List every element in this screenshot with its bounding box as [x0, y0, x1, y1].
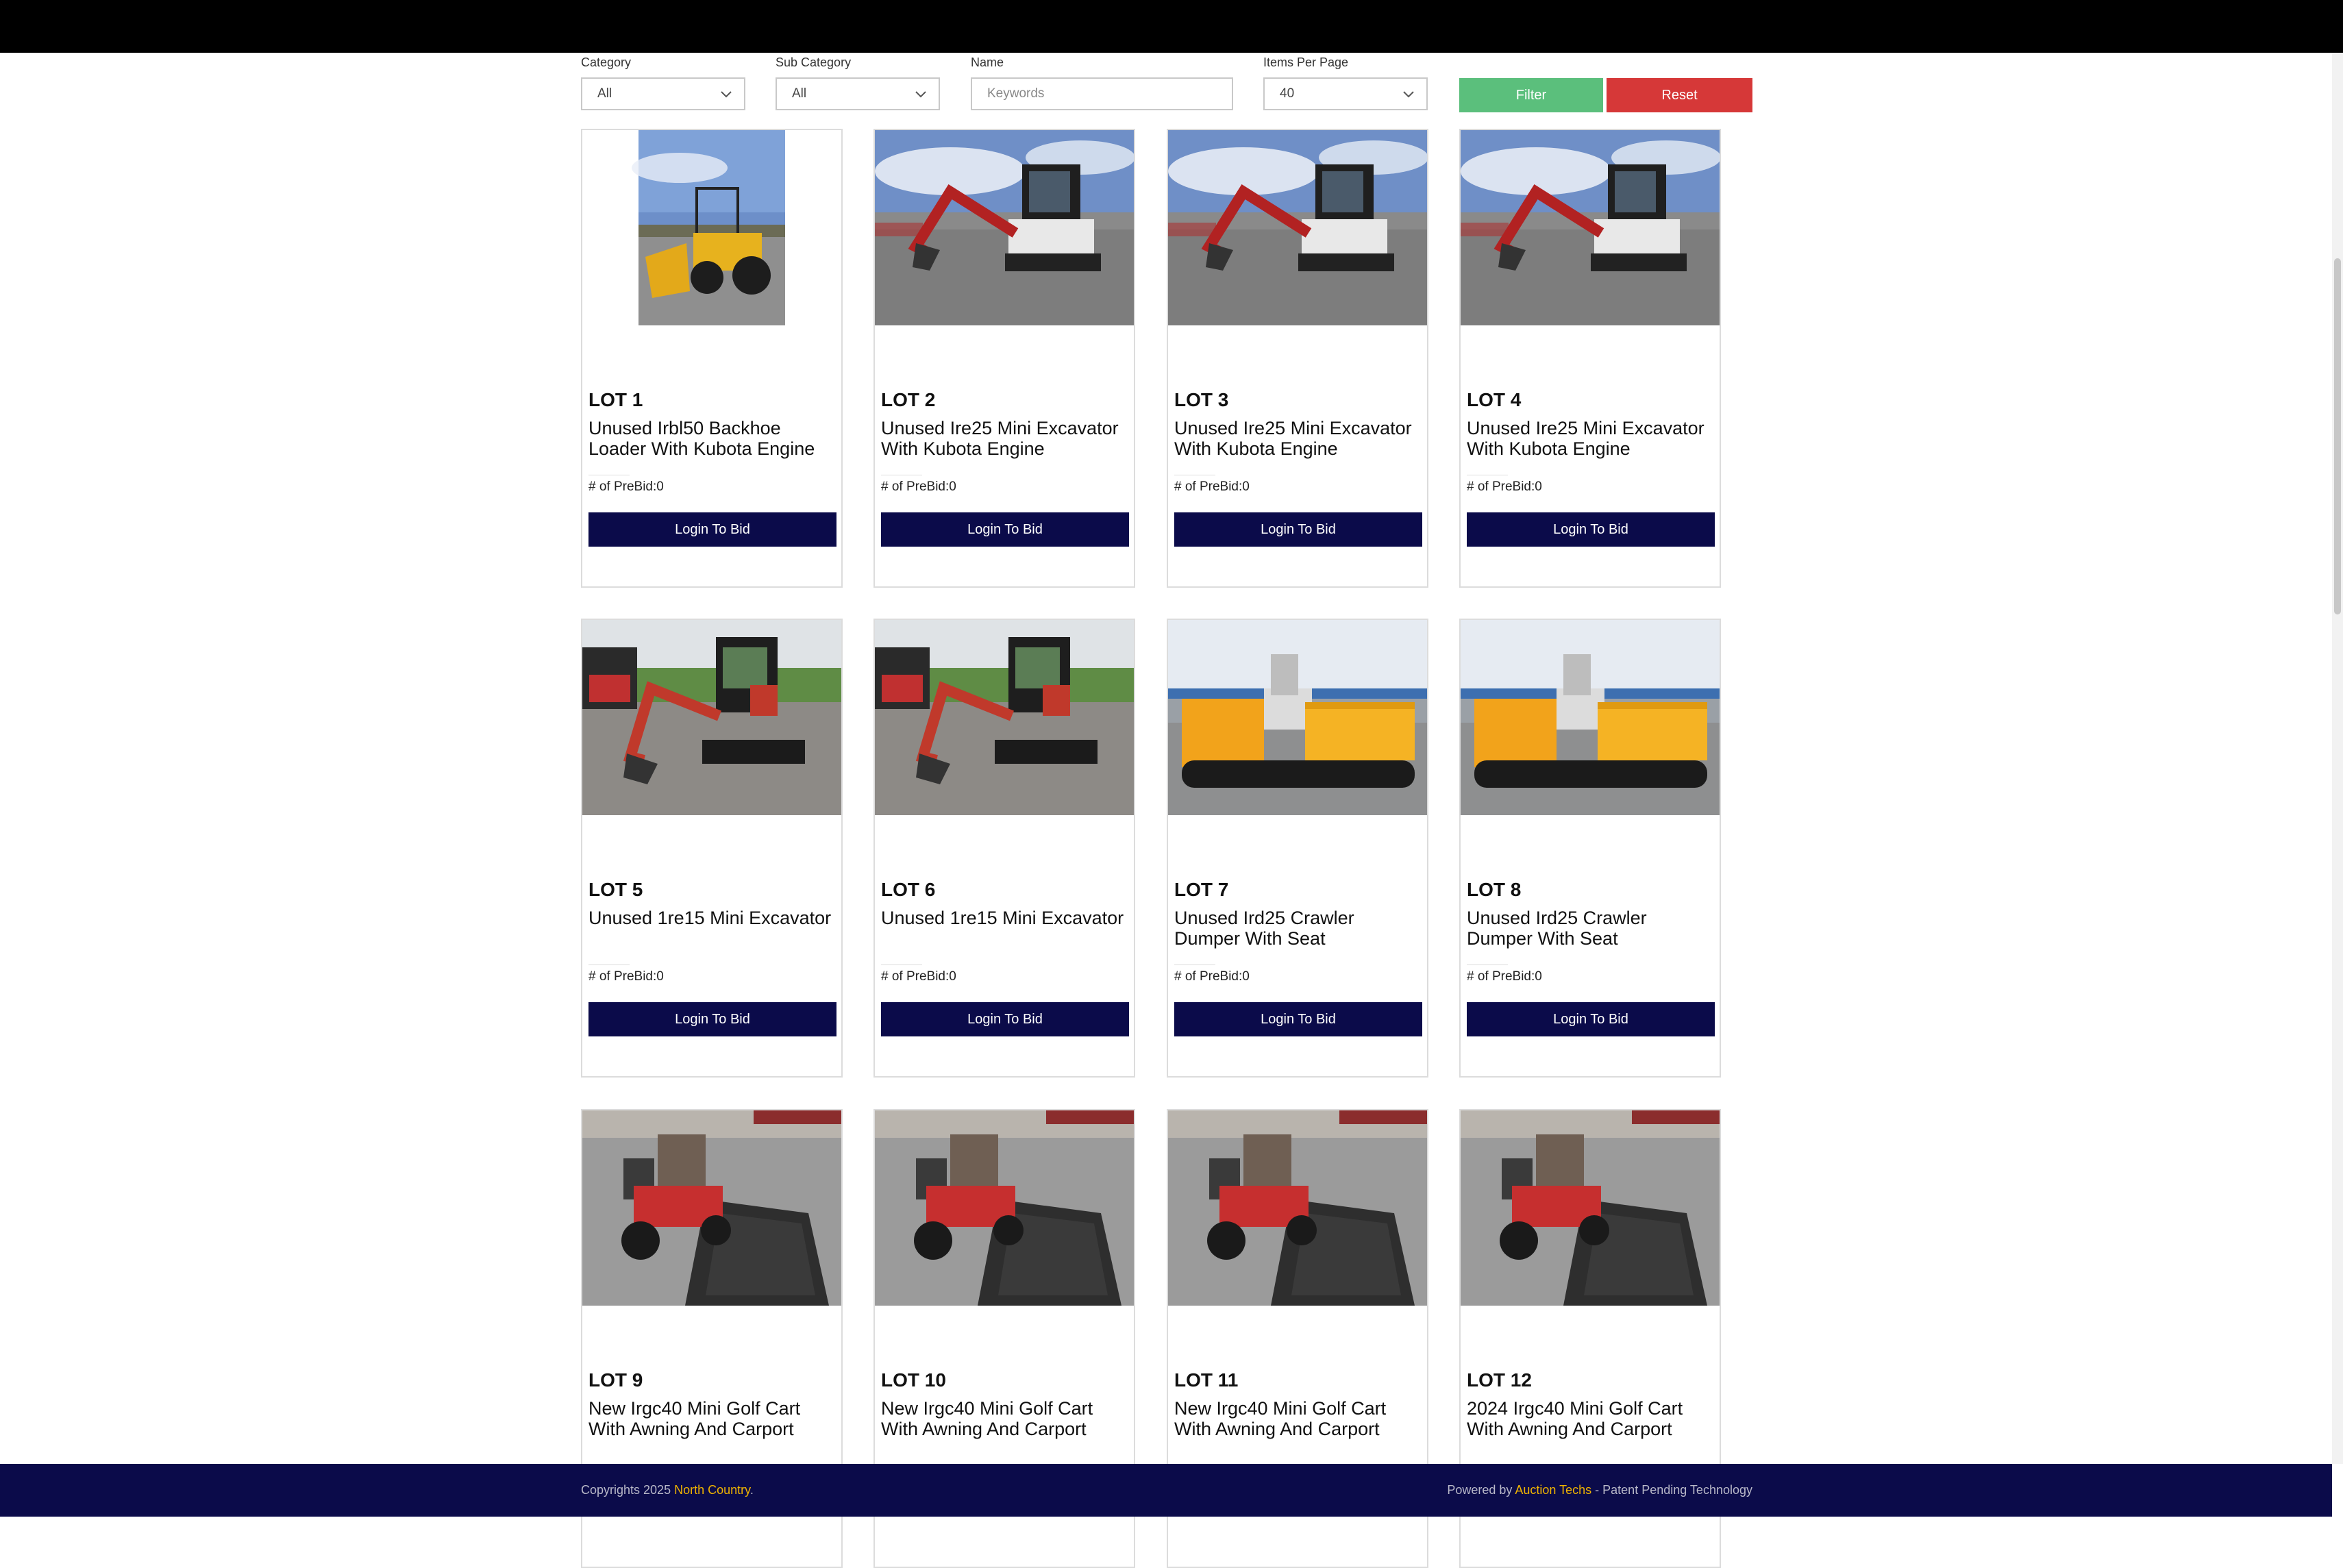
- prebid-count: # of PreBid:0: [1174, 969, 1250, 984]
- copyright-suffix: .: [749, 1483, 754, 1497]
- items-per-page-value: 40: [1280, 86, 1295, 101]
- lot-card[interactable]: LOT 7 Unused Ird25 Crawler Dumper With Se…: [1167, 619, 1428, 1078]
- category-label: Category: [581, 55, 632, 69]
- lot-photo-golf-cart[interactable]: [582, 1110, 841, 1306]
- prebid-count: # of PreBid:0: [881, 969, 956, 984]
- auction-techs-link[interactable]: Auction Techs: [1515, 1483, 1591, 1497]
- prebid-count: # of PreBid:0: [588, 969, 664, 984]
- powered-by: Powered by Auction Techs - Patent Pendin…: [1447, 1483, 1752, 1497]
- login-to-bid-button[interactable]: Login To Bid: [1174, 512, 1422, 547]
- lot-photo-mini-excavator[interactable]: [875, 130, 1134, 325]
- lot-title[interactable]: 2024 Irgc40 Mini Golf Cart With Awning A…: [1467, 1398, 1713, 1439]
- scrollbar-thumb[interactable]: [2334, 258, 2341, 614]
- lot-number: LOT 12: [1467, 1369, 1532, 1391]
- prebid-count: # of PreBid:0: [1467, 480, 1542, 494]
- login-to-bid-button[interactable]: Login To Bid: [1467, 512, 1715, 547]
- login-to-bid-button[interactable]: Login To Bid: [881, 512, 1129, 547]
- lot-title[interactable]: Unused Ire25 Mini Excavator With Kubota …: [1174, 418, 1421, 459]
- name-label: Name: [971, 55, 1004, 69]
- prebid-count: # of PreBid:0: [1174, 480, 1250, 494]
- lot-title[interactable]: Unused Ire25 Mini Excavator With Kubota …: [881, 418, 1128, 459]
- subcategory-select[interactable]: All: [776, 77, 940, 110]
- chevron-down-icon: [721, 91, 732, 98]
- top-black-bar: [0, 0, 2343, 53]
- chevron-down-icon: [1403, 91, 1414, 98]
- lot-number: LOT 7: [1174, 879, 1229, 900]
- powered-suffix: - Patent Pending Technology: [1591, 1483, 1752, 1497]
- lot-card[interactable]: LOT 1 Unused Irbl50 Backhoe Loader With K…: [581, 129, 843, 588]
- lot-card[interactable]: LOT 3 Unused Ire25 Mini Excavator With Ku…: [1167, 129, 1428, 588]
- login-to-bid-button[interactable]: Login To Bid: [1467, 1002, 1715, 1036]
- lot-title[interactable]: New Irgc40 Mini Golf Cart With Awning An…: [1174, 1398, 1421, 1439]
- lot-photo-golf-cart[interactable]: [875, 1110, 1134, 1306]
- company-link[interactable]: North Country: [674, 1483, 750, 1497]
- subcategory-value: All: [792, 86, 807, 101]
- prebid-count: # of PreBid:0: [881, 480, 956, 494]
- prebid-count: # of PreBid:0: [588, 480, 664, 494]
- lot-number: LOT 4: [1467, 389, 1522, 410]
- copyright-prefix: Copyrights 2025: [581, 1483, 675, 1497]
- lot-card[interactable]: LOT 6 Unused 1re15 Mini Excavator # of Pre…: [873, 619, 1135, 1078]
- login-to-bid-button[interactable]: Login To Bid: [588, 1002, 836, 1036]
- reset-button[interactable]: Reset: [1607, 78, 1752, 112]
- lot-number: LOT 3: [1174, 389, 1229, 410]
- lot-photo-mini-excavator[interactable]: [1168, 130, 1427, 325]
- lot-title[interactable]: Unused 1re15 Mini Excavator: [588, 908, 835, 928]
- login-to-bid-button[interactable]: Login To Bid: [881, 1002, 1129, 1036]
- lot-photo-mini-excavator-grass[interactable]: [875, 620, 1134, 815]
- lot-photo-backhoe-loader[interactable]: [582, 130, 841, 325]
- lot-photo-mini-excavator[interactable]: [1461, 130, 1720, 325]
- lot-number: LOT 9: [588, 1369, 643, 1391]
- lot-title[interactable]: Unused Ire25 Mini Excavator With Kubota …: [1467, 418, 1713, 459]
- items-per-page-label: Items Per Page: [1263, 55, 1349, 69]
- lot-title[interactable]: New Irgc40 Mini Golf Cart With Awning An…: [881, 1398, 1128, 1439]
- chevron-down-icon: [915, 91, 926, 98]
- login-to-bid-button[interactable]: Login To Bid: [1174, 1002, 1422, 1036]
- lot-photo-golf-cart[interactable]: [1168, 1110, 1427, 1306]
- scrollbar[interactable]: [2332, 53, 2343, 1464]
- filter-button[interactable]: Filter: [1459, 78, 1603, 112]
- login-to-bid-button[interactable]: Login To Bid: [588, 512, 836, 547]
- lot-title[interactable]: Unused 1re15 Mini Excavator: [881, 908, 1128, 928]
- prebid-count: # of PreBid:0: [1467, 969, 1542, 984]
- lot-title[interactable]: Unused Irbl50 Backhoe Loader With Kubota…: [588, 418, 835, 459]
- lot-number: LOT 10: [881, 1369, 946, 1391]
- lot-number: LOT 6: [881, 879, 936, 900]
- copyright: Copyrights 2025 North Country.: [581, 1483, 754, 1497]
- lot-card[interactable]: LOT 8 Unused Ird25 Crawler Dumper With Se…: [1459, 619, 1721, 1078]
- category-select[interactable]: All: [581, 77, 745, 110]
- lot-number: LOT 11: [1174, 1369, 1239, 1391]
- lot-number: LOT 2: [881, 389, 936, 410]
- lot-card[interactable]: LOT 5 Unused 1re15 Mini Excavator # of Pre…: [581, 619, 843, 1078]
- category-value: All: [597, 86, 612, 101]
- lot-number: LOT 1: [588, 389, 643, 410]
- name-placeholder: Keywords: [987, 86, 1045, 101]
- subcategory-label: Sub Category: [776, 55, 852, 69]
- footer: Copyrights 2025 North Country. Powered b…: [0, 1464, 2332, 1517]
- lot-title[interactable]: Unused Ird25 Crawler Dumper With Seat: [1174, 908, 1421, 949]
- lot-number: LOT 5: [588, 879, 643, 900]
- items-per-page-select[interactable]: 40: [1263, 77, 1428, 110]
- lot-photo-golf-cart[interactable]: [1461, 1110, 1720, 1306]
- powered-prefix: Powered by: [1447, 1483, 1515, 1497]
- lot-number: LOT 8: [1467, 879, 1522, 900]
- name-search-input[interactable]: Keywords: [971, 77, 1233, 110]
- lot-photo-mini-excavator-grass[interactable]: [582, 620, 841, 815]
- filter-bar: Category All Sub Category All Name Keywo…: [0, 53, 2329, 128]
- lot-title[interactable]: Unused Ird25 Crawler Dumper With Seat: [1467, 908, 1713, 949]
- lot-card[interactable]: LOT 4 Unused Ire25 Mini Excavator With Ku…: [1459, 129, 1721, 588]
- lot-title[interactable]: New Irgc40 Mini Golf Cart With Awning An…: [588, 1398, 835, 1439]
- lot-card[interactable]: LOT 2 Unused Ire25 Mini Excavator With Ku…: [873, 129, 1135, 588]
- lot-photo-crawler-dumper[interactable]: [1168, 620, 1427, 815]
- lot-photo-crawler-dumper[interactable]: [1461, 620, 1720, 815]
